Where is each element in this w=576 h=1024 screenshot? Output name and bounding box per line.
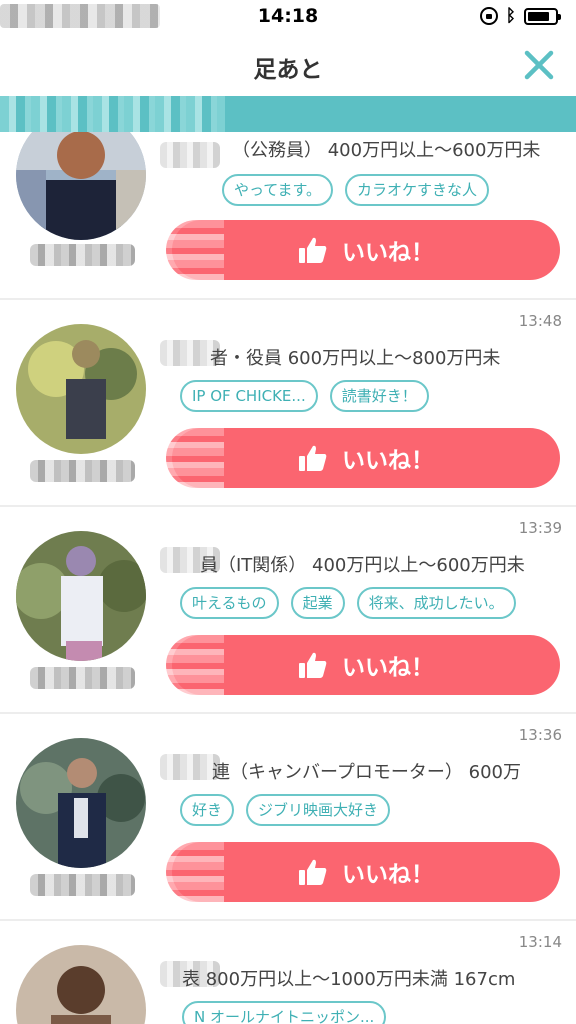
nav-bar: 足あと xyxy=(0,34,576,96)
visit-time: 13:14 xyxy=(518,933,562,951)
like-label: いいね！ xyxy=(342,448,434,474)
avatar[interactable] xyxy=(16,945,146,1024)
button-blurred xyxy=(166,842,224,902)
profile-blurred xyxy=(160,754,220,780)
name-blurred xyxy=(30,460,135,482)
button-blurred xyxy=(166,220,224,280)
list-item[interactable]: 13:39 員（IT関係） 400万円以上〜600万円未 叶えるもの 起業 将来… xyxy=(0,507,576,714)
visit-time: 13:36 xyxy=(518,726,562,744)
profile-blurred xyxy=(160,142,220,168)
status-icons: ᛒ xyxy=(479,6,561,26)
tag-list: 好き ジブリ映画大好き xyxy=(180,794,391,826)
like-label: いいね！ xyxy=(342,240,434,266)
profile-summary: 員（IT関係） 400万円以上〜600万円未 xyxy=(200,555,525,576)
banner-blurred xyxy=(0,96,225,132)
thumbs-up-icon xyxy=(299,652,327,678)
avatar[interactable] xyxy=(16,132,146,240)
tag[interactable]: 起業 xyxy=(290,587,345,619)
name-blurred xyxy=(30,874,135,896)
tag[interactable]: 好き xyxy=(180,794,235,826)
avatar[interactable] xyxy=(16,531,146,661)
close-button[interactable] xyxy=(522,48,556,82)
like-label: いいね！ xyxy=(342,655,434,681)
tag[interactable]: 将来、成功したい。 xyxy=(356,587,516,619)
like-button[interactable]: いいね！ xyxy=(172,635,560,695)
button-blurred xyxy=(166,635,224,695)
tag[interactable]: カラオケすきな人 xyxy=(345,174,490,206)
status-bar: 14:18 ᛒ xyxy=(0,0,576,34)
rotation-lock-icon xyxy=(479,7,498,25)
tag[interactable]: ジブリ映画大好き xyxy=(246,794,391,826)
footprint-list: （公務員） 400万円以上〜600万円未 やってます。 カラオケすきな人 いいね… xyxy=(0,132,576,1024)
list-item[interactable]: 13:14 表 800万円以上〜1000万円未満 167cm N オールナイトニ… xyxy=(0,921,576,1024)
name-blurred xyxy=(30,667,135,689)
tag[interactable]: 読書好き！ xyxy=(329,380,429,412)
list-item[interactable]: （公務員） 400万円以上〜600万円未 やってます。 カラオケすきな人 いいね… xyxy=(0,132,576,300)
tag[interactable]: 叶えるもの xyxy=(180,587,279,619)
thumbs-up-icon xyxy=(299,859,327,885)
name-blurred xyxy=(30,244,135,266)
battery-icon xyxy=(524,7,561,25)
avatar[interactable] xyxy=(16,738,146,868)
tag-list: 叶えるもの 起業 将来、成功したい。 xyxy=(180,587,516,619)
profile-summary: 連（キャンバープロモーター） 600万 xyxy=(212,762,521,783)
tag-list: やってます。 カラオケすきな人 xyxy=(222,174,490,206)
thumbs-up-icon xyxy=(299,237,327,263)
tag-list: N オールナイトニッポン... xyxy=(182,1001,387,1024)
close-icon xyxy=(524,50,554,80)
visit-time: 13:39 xyxy=(518,519,562,537)
profile-summary: 者・役員 600万円以上〜800万円未 xyxy=(210,348,501,369)
list-item[interactable]: 13:36 連（キャンバープロモーター） 600万 好き ジブリ映画大好き いい… xyxy=(0,714,576,921)
tag[interactable]: N オールナイトニッポン... xyxy=(182,1001,387,1024)
like-button[interactable]: いいね！ xyxy=(172,842,560,902)
like-button[interactable]: いいね！ xyxy=(172,220,560,280)
button-blurred xyxy=(166,428,224,488)
tag[interactable]: やってます。 xyxy=(222,174,334,206)
profile-summary: 表 800万円以上〜1000万円未満 167cm xyxy=(182,969,516,990)
avatar[interactable] xyxy=(16,324,146,454)
tag-list: IP OF CHICKE... 読書好き！ xyxy=(180,380,429,412)
visit-time: 13:48 xyxy=(518,312,562,330)
tag[interactable]: IP OF CHICKE... xyxy=(180,380,318,412)
like-label: いいね！ xyxy=(342,862,434,888)
page-title: 足あと xyxy=(253,57,323,83)
like-button[interactable]: いいね！ xyxy=(172,428,560,488)
profile-summary: （公務員） 400万円以上〜600万円未 xyxy=(232,140,541,161)
list-item[interactable]: 13:48 者・役員 600万円以上〜800万円未 IP OF CHICKE..… xyxy=(0,300,576,507)
thumbs-up-icon xyxy=(299,445,327,471)
bluetooth-icon: ᛒ xyxy=(505,6,516,26)
